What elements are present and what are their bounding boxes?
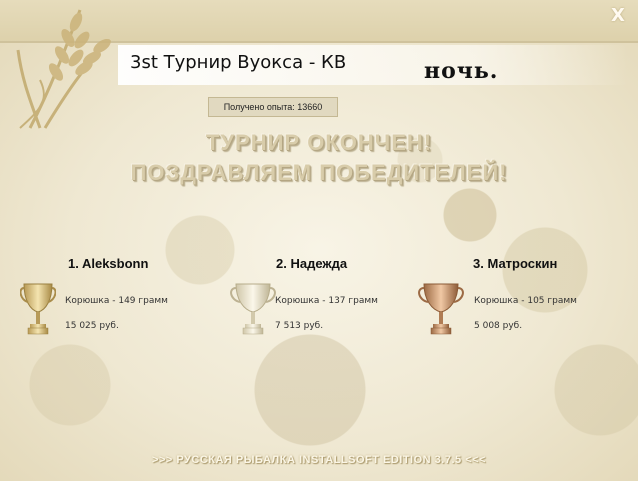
winner-name: 2. Надежда [276,256,348,271]
winner-card-3: 3. Матроскин Корюшка - 105 грамм 5 008 р… [418,256,618,346]
winner-name: 1. Aleksbonn [68,256,149,271]
winner-name: 3. Матроскин [473,256,558,271]
gold-trophy-icon [20,283,56,335]
congratulations-heading: ПОЗДРАВЛЯЕМ ПОБЕДИТЕЛЕЙ! [130,160,508,185]
bronze-trophy-icon [418,283,464,335]
game-version-footer: >>> РУССКАЯ РЫБАЛКА INSTALLSOFT EDITION … [152,454,486,466]
close-button[interactable]: X [608,6,628,26]
winner-prize: 7 513 руб. [275,321,324,331]
winner-catch: Корюшка - 137 грамм [275,296,378,306]
tournament-ended-heading: ТУРНИР ОКОНЧЕН! [205,130,433,155]
wheat-logo-icon [16,9,112,129]
winner-card-1: 1. Aleksbonn Корюшка - 149 грамм 15 025 … [20,256,220,346]
winner-prize: 15 025 руб. [65,321,119,331]
experience-gained-label: Получено опыта: 13660 [208,97,338,117]
silver-trophy-icon [230,283,276,335]
winner-catch: Корюшка - 149 грамм [65,296,168,306]
winner-card-2: 2. Надежда Корюшка - 137 грамм 7 513 руб… [230,256,430,346]
winner-catch: Корюшка - 105 грамм [474,296,577,306]
tournament-title: 3st Турнир Вуокса - КВ [130,52,347,73]
time-of-day-label: ночь. [424,58,499,84]
tournament-results-window: X 3st Турнир Вуокса - КВ ночь. Получено … [0,0,638,481]
winner-prize: 5 008 руб. [474,321,523,331]
